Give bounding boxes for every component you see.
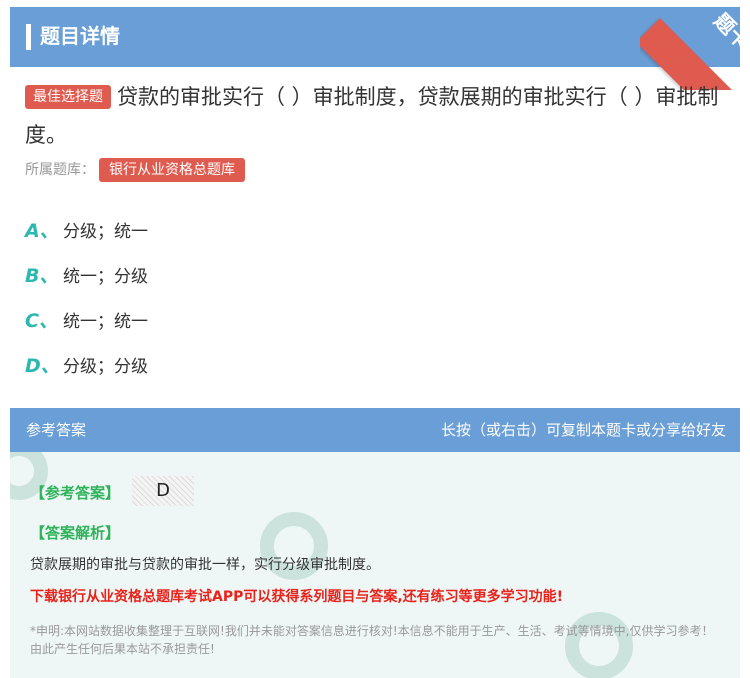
- disclaimer-text: *申明:本网站数据收集整理于互联网!我们并未能对答案信息进行核对!本信息不能用于…: [30, 624, 714, 656]
- option-c[interactable]: C、 统一；统一: [25, 297, 148, 342]
- option-letter: D、: [25, 355, 60, 377]
- option-letter: A、: [25, 220, 59, 242]
- option-text: 统一；统一: [63, 312, 148, 332]
- question-card-ribbon[interactable]: 题卡: [640, 0, 750, 90]
- app-download-promo[interactable]: 下载银行从业资格总题库考试APP可以获得系列题目与答案,还有练习等更多学习功能!: [30, 586, 563, 606]
- option-d[interactable]: D、 分级；分级: [25, 342, 148, 387]
- share-hint: 长按（或右击）可复制本题卡或分享给好友: [440, 421, 726, 439]
- analysis-text: 贷款展期的审批与贷款的审批一样，实行分级审批制度。: [30, 557, 380, 573]
- answer-section-body: 【参考答案】 D 【答案解析】 贷款展期的审批与贷款的审批一样，实行分级审批制度…: [10, 452, 740, 678]
- option-list: A、 分级；统一 B、 统一；分级 C、 统一；统一 D、 分级；分级: [25, 207, 148, 387]
- question-bank-label: 所属题库：: [25, 162, 95, 178]
- question-stem: 最佳选择题 贷款的审批实行（ ）审批制度，贷款展期的审批实行（ ）审批制度。: [25, 78, 725, 154]
- option-b[interactable]: B、 统一；分级: [25, 252, 148, 297]
- reference-answer-label: 【参考答案】: [30, 484, 121, 502]
- header-accent-bar: [26, 24, 31, 50]
- page-header: 题目详情: [10, 7, 740, 67]
- page-title: 题目详情: [40, 24, 120, 48]
- option-a[interactable]: A、 分级；统一: [25, 207, 148, 252]
- question-bank-row: 所属题库： 银行从业资格总题库: [25, 158, 245, 182]
- option-text: 统一；分级: [63, 267, 148, 287]
- answer-section-header: 参考答案 长按（或右击）可复制本题卡或分享给好友: [10, 408, 740, 452]
- reference-answer-value: D: [132, 476, 194, 506]
- option-text: 分级；分级: [63, 357, 148, 377]
- question-type-tag: 最佳选择题: [25, 85, 111, 109]
- question-text: 贷款的审批实行（ ）审批制度，贷款展期的审批实行（ ）审批制度。: [25, 85, 719, 147]
- question-bank-tag[interactable]: 银行从业资格总题库: [99, 158, 245, 182]
- option-text: 分级；统一: [63, 222, 148, 242]
- answer-section-title: 参考答案: [26, 421, 87, 439]
- option-letter: C、: [25, 310, 58, 332]
- analysis-label: 【答案解析】: [30, 524, 121, 542]
- option-letter: B、: [25, 265, 59, 287]
